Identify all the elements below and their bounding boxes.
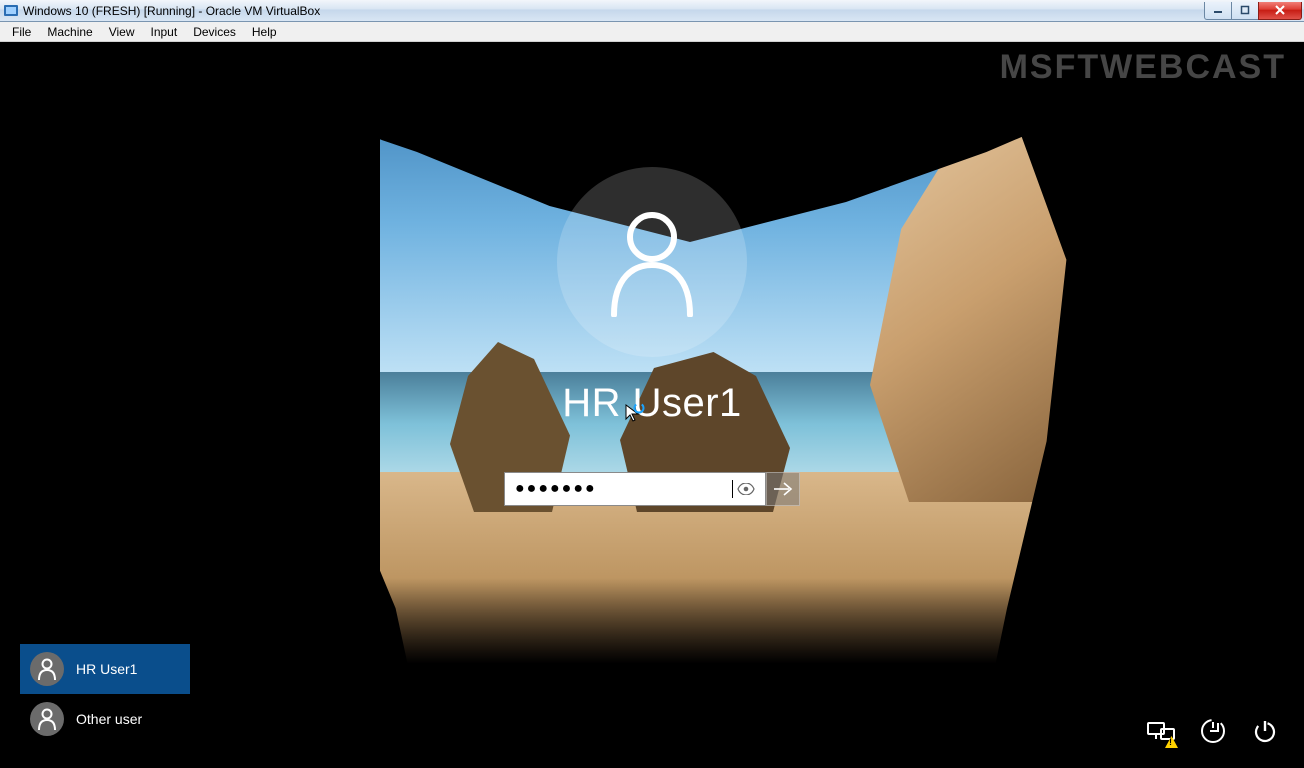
- password-field-container: ●●●●●●●: [504, 472, 766, 506]
- user-switcher: HR User1 Other user: [20, 644, 190, 744]
- host-titlebar: Windows 10 (FRESH) [Running] - Oracle VM…: [0, 0, 1304, 22]
- host-window-controls: [1205, 2, 1302, 20]
- network-button[interactable]: [1146, 716, 1176, 746]
- ease-of-access-icon: [1200, 718, 1226, 744]
- guest-screen: MSFTWEBCAST HR User1 ●●●●●●●: [0, 42, 1304, 768]
- person-icon: [602, 207, 702, 317]
- user-tile-hr-user1[interactable]: HR User1: [20, 644, 190, 694]
- login-tray: [1146, 716, 1280, 746]
- eye-icon: [737, 483, 755, 495]
- menu-input[interactable]: Input: [143, 23, 186, 41]
- password-row: ●●●●●●●: [504, 472, 800, 506]
- host-menubar: File Machine View Input Devices Help: [0, 22, 1304, 42]
- power-icon: [1252, 718, 1278, 744]
- wallpaper-cave: [0, 578, 1304, 768]
- virtualbox-icon: [3, 3, 19, 19]
- watermark-text: MSFTWEBCAST: [1000, 48, 1286, 87]
- selected-username: HR User1: [562, 381, 742, 426]
- avatar: [30, 652, 64, 686]
- reveal-password-button[interactable]: [733, 473, 759, 505]
- menu-help[interactable]: Help: [244, 23, 285, 41]
- close-button[interactable]: [1258, 2, 1302, 20]
- host-window-title: Windows 10 (FRESH) [Running] - Oracle VM…: [23, 4, 320, 18]
- person-icon: [37, 708, 57, 730]
- arrow-right-icon: [773, 482, 793, 496]
- maximize-button[interactable]: [1231, 2, 1259, 20]
- user-avatar: [557, 167, 747, 357]
- minimize-button[interactable]: [1204, 2, 1232, 20]
- menu-devices[interactable]: Devices: [185, 23, 244, 41]
- submit-button[interactable]: [766, 472, 800, 506]
- avatar: [30, 702, 64, 736]
- user-tile-other-user[interactable]: Other user: [20, 694, 190, 744]
- login-panel: HR User1 ●●●●●●●: [504, 167, 800, 506]
- power-button[interactable]: [1250, 716, 1280, 746]
- password-input[interactable]: ●●●●●●●: [515, 480, 736, 498]
- menu-file[interactable]: File: [4, 23, 39, 41]
- user-tile-label: HR User1: [76, 661, 137, 677]
- ease-of-access-button[interactable]: [1198, 716, 1228, 746]
- user-tile-label: Other user: [76, 711, 142, 727]
- person-icon: [37, 658, 57, 680]
- menu-machine[interactable]: Machine: [39, 23, 100, 41]
- menu-view[interactable]: View: [101, 23, 143, 41]
